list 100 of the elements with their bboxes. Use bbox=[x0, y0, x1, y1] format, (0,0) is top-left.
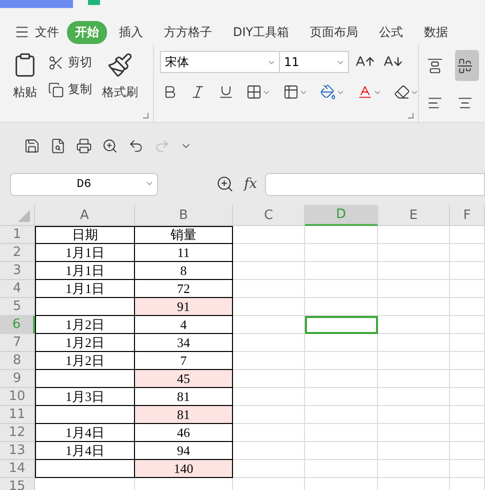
row-header[interactable]: 9 bbox=[0, 370, 35, 388]
eraser-icon bbox=[394, 84, 410, 100]
empty-cell bbox=[450, 352, 485, 370]
table-cell: 1月4日 bbox=[35, 442, 135, 460]
row-header[interactable]: 13 bbox=[0, 442, 35, 460]
table-cell: 45 bbox=[135, 370, 233, 388]
table-cell: 1月3日 bbox=[35, 388, 135, 406]
row-header[interactable]: 2 bbox=[0, 244, 35, 262]
font-name-select[interactable]: 宋体 bbox=[160, 51, 280, 73]
empty-cell bbox=[450, 460, 485, 478]
magnifier-icon bbox=[102, 138, 118, 154]
format-painter-button[interactable]: 格式刷 bbox=[96, 48, 144, 118]
align-button[interactable] bbox=[455, 50, 479, 81]
magnifier-icon bbox=[216, 175, 234, 193]
triangle-icon bbox=[18, 210, 30, 222]
empty-cell bbox=[378, 334, 450, 352]
ribbon-tab[interactable]: DIY工具箱 bbox=[225, 20, 298, 44]
borders-icon bbox=[246, 84, 262, 100]
table-cell: 销量 bbox=[135, 226, 233, 244]
table-cell: 4 bbox=[135, 316, 233, 334]
empty-cell bbox=[378, 244, 450, 262]
empty-cell bbox=[450, 424, 485, 442]
table-cell: 1月1日 bbox=[35, 244, 135, 262]
row-header[interactable]: 12 bbox=[0, 424, 35, 442]
table-cell: 1月2日 bbox=[35, 352, 135, 370]
underline-icon bbox=[218, 84, 234, 100]
dialog-launcher-icon[interactable] bbox=[143, 113, 149, 119]
paintbrush-icon bbox=[107, 52, 133, 78]
align-top-icon bbox=[427, 58, 443, 74]
column-header[interactable]: E bbox=[378, 205, 450, 226]
table-cell: 91 bbox=[135, 298, 233, 316]
table-cell: 日期 bbox=[35, 226, 135, 244]
document-icon bbox=[50, 138, 66, 154]
empty-cell bbox=[378, 406, 450, 424]
empty-cell bbox=[450, 298, 485, 316]
file-menu-button[interactable]: 文件 bbox=[14, 24, 65, 40]
empty-cell bbox=[450, 262, 485, 280]
row-header[interactable]: 6 bbox=[0, 316, 35, 334]
table-cell: 140 bbox=[135, 460, 233, 478]
table-cell: 94 bbox=[135, 442, 233, 460]
row-header[interactable]: 4 bbox=[0, 280, 35, 298]
ribbon-tab[interactable]: 公式 bbox=[371, 20, 412, 44]
italic-icon bbox=[190, 84, 206, 100]
ribbon-tab[interactable]: 方方格子 bbox=[156, 20, 220, 44]
empty-cell bbox=[378, 262, 450, 280]
formula-input[interactable] bbox=[265, 172, 485, 196]
table-cell: 1月2日 bbox=[35, 334, 135, 352]
ribbon-tab[interactable]: 插入 bbox=[111, 20, 151, 44]
table-cell: 81 bbox=[135, 406, 233, 424]
column-header[interactable]: B bbox=[135, 205, 233, 226]
empty-cell bbox=[450, 442, 485, 460]
font-color-icon bbox=[357, 84, 373, 100]
row-header[interactable]: 3 bbox=[0, 262, 35, 280]
empty-cell bbox=[450, 316, 485, 334]
empty-cell bbox=[378, 298, 450, 316]
table-cell: 46 bbox=[135, 424, 233, 442]
function-label[interactable]: fx bbox=[244, 176, 258, 192]
empty-cell bbox=[450, 388, 485, 406]
align-middle-icon bbox=[457, 58, 473, 74]
ribbon-tab[interactable]: 页面布局 bbox=[302, 20, 366, 44]
name-box[interactable]: D6 bbox=[10, 172, 158, 196]
empty-cell bbox=[378, 352, 450, 370]
undo-icon bbox=[128, 138, 144, 154]
table-cell: 11 bbox=[135, 244, 233, 262]
row-header[interactable]: 8 bbox=[0, 352, 35, 370]
selected-cell[interactable] bbox=[305, 316, 378, 334]
row-header[interactable]: 10 bbox=[0, 388, 35, 406]
row-header[interactable]: 14 bbox=[0, 460, 35, 478]
row-header[interactable]: 7 bbox=[0, 334, 35, 352]
empty-cell bbox=[378, 316, 450, 334]
row-header[interactable]: 1 bbox=[0, 226, 35, 244]
table-cell: 1月4日 bbox=[35, 424, 135, 442]
dialog-launcher-icon[interactable] bbox=[408, 113, 414, 119]
scissors-icon bbox=[48, 54, 64, 70]
paint-bucket-icon bbox=[320, 84, 336, 100]
printer-icon bbox=[76, 138, 92, 154]
redo-icon bbox=[154, 138, 170, 154]
empty-cell bbox=[450, 370, 485, 388]
table-cell: 8 bbox=[135, 262, 233, 280]
cut-button[interactable]: 剪切 bbox=[44, 52, 96, 73]
row-header[interactable]: 5 bbox=[0, 298, 35, 316]
empty-cell bbox=[450, 226, 485, 244]
ribbon-tab[interactable]: 开始 bbox=[67, 20, 107, 44]
empty-cell bbox=[378, 388, 450, 406]
column-header[interactable]: F bbox=[450, 205, 485, 226]
ribbon-tab[interactable]: 数据 bbox=[416, 20, 456, 44]
table-cell: 1月1日 bbox=[35, 280, 135, 298]
empty-cell bbox=[378, 442, 450, 460]
row-header[interactable]: 11 bbox=[0, 406, 35, 424]
column-header[interactable]: C bbox=[233, 205, 305, 226]
print-button[interactable] bbox=[74, 136, 94, 156]
save-icon bbox=[24, 138, 40, 154]
column-header[interactable]: D bbox=[305, 205, 378, 226]
column-header[interactable]: A bbox=[35, 205, 135, 226]
row-header[interactable]: 15 bbox=[0, 478, 35, 490]
table-cell: 1月2日 bbox=[35, 316, 135, 334]
paste-button[interactable]: 粘贴 bbox=[6, 48, 44, 118]
font-size-select[interactable]: 11 bbox=[279, 51, 349, 73]
empty-cell bbox=[378, 424, 450, 442]
copy-button[interactable]: 复制 bbox=[44, 79, 96, 100]
